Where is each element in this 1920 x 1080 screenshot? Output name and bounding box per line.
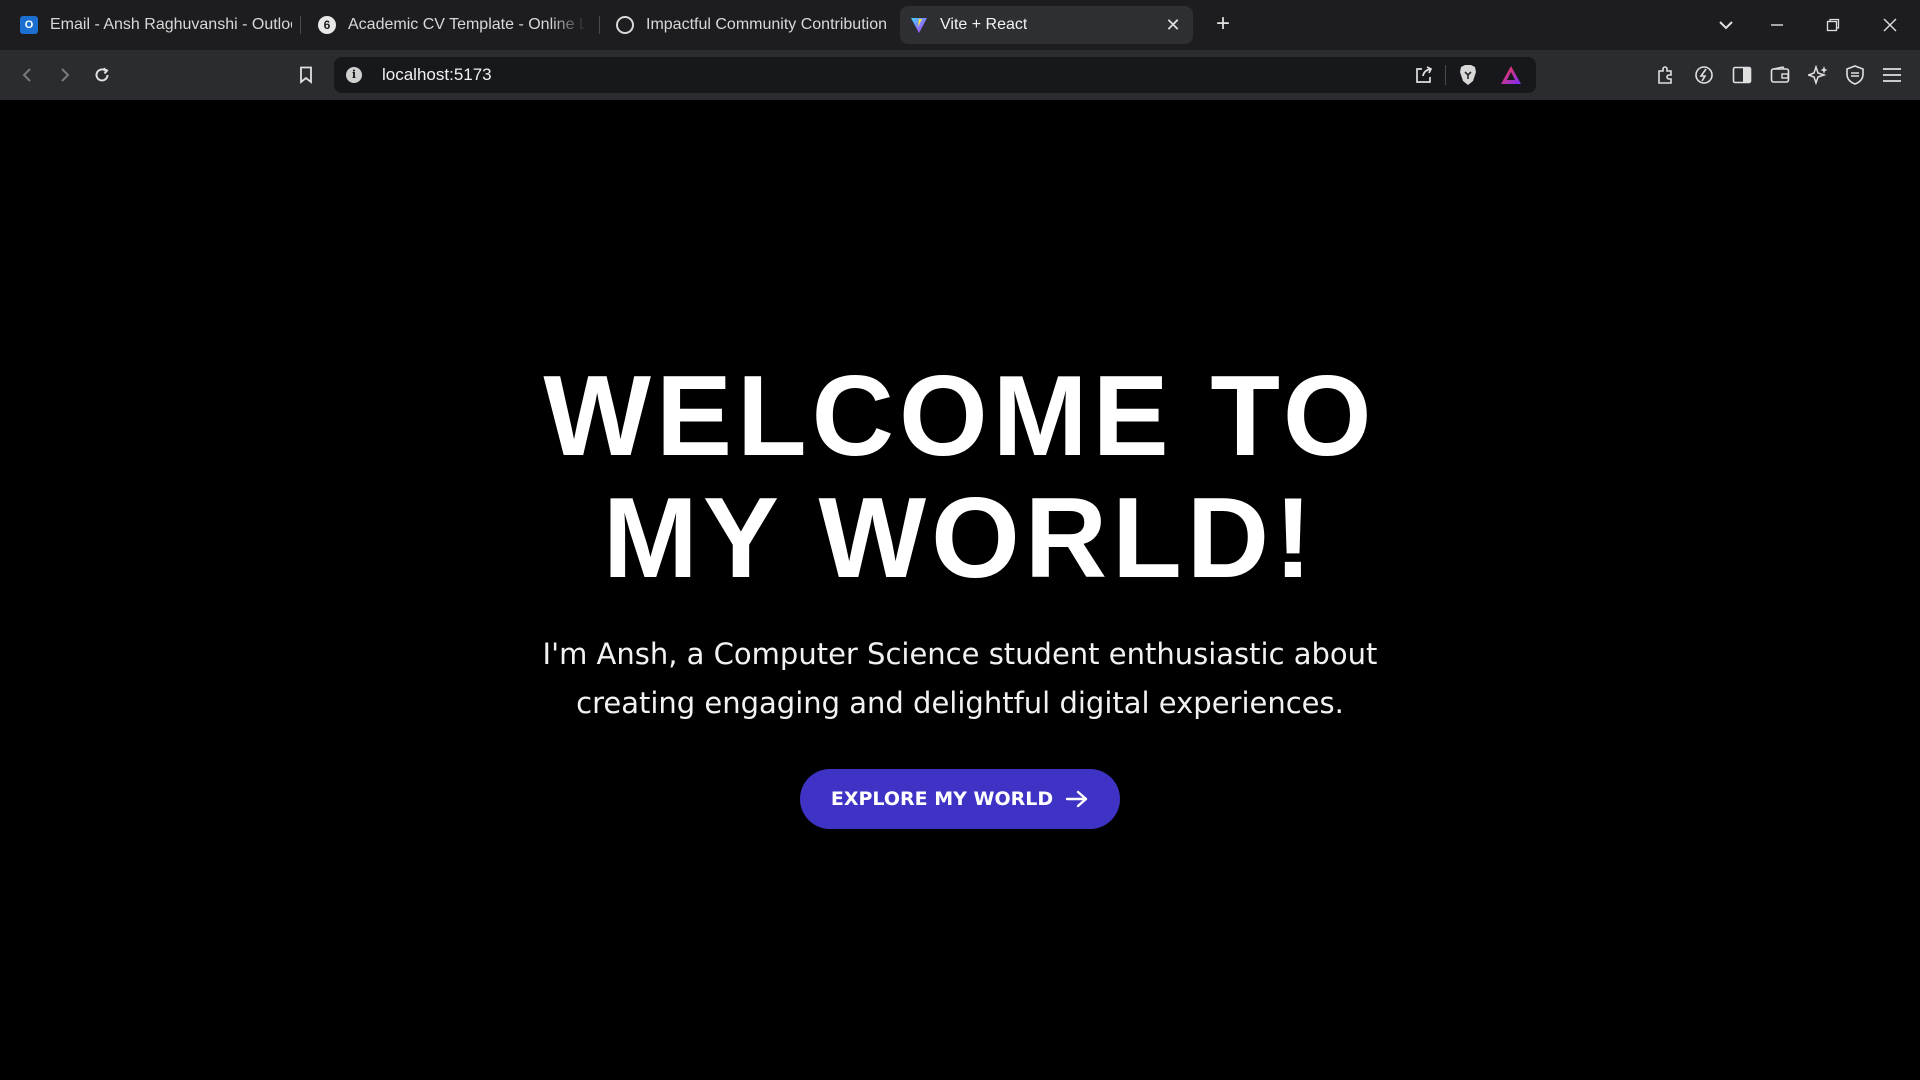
hero-title: WELCOME TO MY WORLD!: [0, 356, 1920, 600]
hero-subtitle-line: creating engaging and delightful digital…: [576, 686, 1344, 720]
chatgpt-icon: [616, 16, 634, 34]
brave-rewards-icon[interactable]: [1499, 63, 1523, 87]
menu-icon[interactable]: [1880, 63, 1904, 87]
restore-icon[interactable]: [1813, 8, 1853, 42]
explore-button-label: EXPLORE MY WORLD: [830, 788, 1054, 810]
address-bar[interactable]: i localhost:5173: [334, 57, 1536, 93]
tab-title: Vite + React: [940, 16, 1028, 33]
forward-icon[interactable]: [50, 60, 80, 90]
toolbar-separator: [1445, 65, 1446, 85]
explore-my-world-button[interactable]: EXPLORE MY WORLD: [800, 769, 1120, 829]
site-info-icon[interactable]: i: [346, 67, 362, 83]
ai-sparkle-icon[interactable]: [1806, 63, 1830, 87]
arrow-right-icon: [1065, 789, 1089, 809]
sidebar-icon[interactable]: [1730, 63, 1754, 87]
hero-title-line: WELCOME TO: [543, 353, 1377, 480]
bookmark-icon[interactable]: [291, 60, 321, 90]
extensions-icon[interactable]: [1653, 63, 1677, 87]
close-window-icon[interactable]: [1870, 8, 1910, 42]
close-tab-icon[interactable]: ✕: [1163, 15, 1183, 36]
tab-strip: O Email - Ansh Raghuvanshi - Outlook 6 A…: [0, 0, 1920, 50]
address-url[interactable]: localhost:5173: [382, 57, 492, 93]
overleaf-icon: 6: [318, 16, 336, 34]
minimize-icon[interactable]: [1757, 8, 1797, 42]
tab-title: Impactful Community Contributions: [646, 16, 886, 33]
browser-toolbar: i localhost:5173: [0, 50, 1920, 100]
wallet-icon[interactable]: [1768, 63, 1792, 87]
hero-title-line: MY WORLD!: [602, 475, 1318, 602]
share-icon[interactable]: [1412, 63, 1436, 87]
back-icon[interactable]: [12, 60, 42, 90]
tab-chatgpt[interactable]: Impactful Community Contributions: [606, 6, 896, 44]
tab-separator: [300, 16, 301, 34]
hero-subtitle: I'm Ansh, a Computer Science student ent…: [460, 630, 1460, 728]
vite-icon: [910, 16, 928, 34]
hero-subtitle-line: I'm Ansh, a Computer Science student ent…: [542, 637, 1378, 671]
page-content: WELCOME TO MY WORLD! I'm Ansh, a Compute…: [0, 100, 1920, 1080]
tab-outlook[interactable]: O Email - Ansh Raghuvanshi - Outlook: [10, 6, 302, 44]
tab-search-chevron-icon[interactable]: [1706, 8, 1746, 42]
tab-separator: [599, 16, 600, 34]
new-tab-button[interactable]: +: [1208, 10, 1238, 40]
outlook-icon: O: [20, 16, 38, 34]
brave-shields-icon[interactable]: [1456, 63, 1480, 87]
leo-icon[interactable]: [1692, 63, 1716, 87]
reload-icon[interactable]: [87, 60, 117, 90]
tab-vite-react[interactable]: Vite + React ✕: [900, 6, 1193, 44]
tab-title: Email - Ansh Raghuvanshi - Outlook: [50, 16, 292, 33]
tab-title: Academic CV Template - Online LaTeX: [348, 16, 586, 33]
vpn-shield-icon[interactable]: [1843, 63, 1867, 87]
tab-overleaf[interactable]: 6 Academic CV Template - Online LaTeX: [308, 6, 598, 44]
